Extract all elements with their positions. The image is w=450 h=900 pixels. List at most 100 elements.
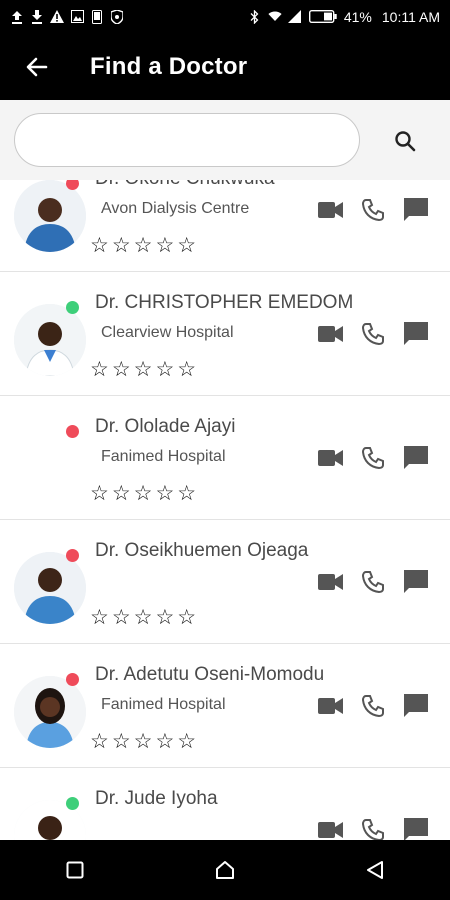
upload-icon (10, 10, 24, 24)
hospital-name: Fanimed Hospital (101, 448, 226, 465)
phone-icon (361, 447, 384, 470)
chat-bubble-icon (404, 570, 428, 593)
phone-icon (361, 695, 384, 718)
search-icon (395, 131, 416, 152)
phone-icon (90, 9, 104, 24)
status-dot (66, 797, 79, 810)
system-nav-bar (0, 840, 450, 900)
shield-icon (110, 9, 124, 24)
contact-actions (318, 320, 430, 348)
phone-call-button[interactable] (360, 569, 386, 595)
video-call-button[interactable] (318, 321, 344, 347)
avatar (14, 428, 86, 500)
chat-bubble-icon (404, 694, 428, 717)
doctor-name: Dr. CHRISTOPHER EMEDOM (95, 292, 354, 313)
doctor-card[interactable]: Dr. CHRISTOPHER EMEDOM Clearview Hospita… (0, 272, 450, 396)
status-left (10, 9, 124, 24)
avatar (14, 552, 86, 624)
rating-stars: ☆☆☆☆☆ (90, 606, 200, 629)
phone-call-button[interactable] (360, 445, 386, 471)
search-input[interactable] (14, 113, 360, 167)
phone-call-button[interactable] (360, 693, 386, 719)
wifi-icon (268, 10, 282, 24)
doctor-name: Dr. Okorie Chukwuka (95, 180, 275, 190)
video-call-button[interactable] (318, 817, 344, 840)
contact-actions (318, 568, 430, 596)
contact-actions (318, 816, 430, 840)
doctor-list[interactable]: Dr. Okorie Chukwuka Avon Dialysis Centre… (0, 180, 450, 840)
clock: 10:11 AM (381, 8, 440, 25)
video-call-button[interactable] (318, 445, 344, 471)
video-camera-icon (318, 822, 343, 838)
phone-icon (361, 199, 384, 222)
image-icon (70, 10, 84, 24)
nav-back-button[interactable] (350, 845, 400, 895)
chat-bubble-icon (404, 818, 428, 840)
phone-icon (361, 819, 384, 840)
hospital-name: Avon Dialysis Centre (101, 200, 250, 217)
chat-bubble-icon (404, 322, 428, 345)
doctor-card[interactable]: Dr. Adetutu Oseni-Momodu Fanimed Hospita… (0, 644, 450, 768)
message-button[interactable] (402, 816, 430, 840)
status-dot (66, 549, 79, 562)
doctor-card[interactable]: Dr. Ololade Ajayi Fanimed Hospital ☆☆☆☆☆ (0, 396, 450, 520)
phone-icon (361, 323, 384, 346)
avatar (14, 304, 86, 376)
download-icon (30, 9, 44, 24)
battery-icon (308, 10, 338, 24)
doctor-name: Dr. Oseikhuemen Ojeaga (95, 540, 309, 561)
recent-apps-button[interactable] (50, 845, 100, 895)
back-arrow-icon (26, 57, 48, 76)
message-button[interactable] (402, 692, 430, 720)
contact-actions (318, 196, 430, 224)
doctor-card[interactable]: Dr. Jude Iyoha ☆☆☆☆☆ (0, 768, 450, 840)
chat-bubble-icon (404, 198, 428, 221)
hospital-name: Clearview Hospital (101, 324, 234, 341)
video-call-button[interactable] (318, 569, 344, 595)
video-call-button[interactable] (318, 197, 344, 223)
phone-call-button[interactable] (360, 817, 386, 840)
video-camera-icon (318, 698, 343, 714)
status-dot (66, 673, 79, 686)
status-dot (66, 425, 79, 438)
video-camera-icon (318, 202, 343, 218)
home-button[interactable] (200, 845, 250, 895)
bluetooth-icon (248, 9, 262, 24)
rating-stars: ☆☆☆☆☆ (90, 358, 200, 381)
phone-call-button[interactable] (360, 321, 386, 347)
avatar (14, 180, 86, 252)
search-button[interactable] (388, 124, 422, 158)
phone-call-button[interactable] (360, 197, 386, 223)
video-camera-icon (318, 450, 343, 466)
status-dot (66, 180, 79, 190)
back-icon (367, 861, 383, 879)
message-button[interactable] (402, 568, 430, 596)
hospital-name: Fanimed Hospital (101, 696, 226, 713)
message-button[interactable] (402, 196, 430, 224)
message-button[interactable] (402, 320, 430, 348)
contact-actions (318, 444, 430, 472)
warning-icon (50, 10, 64, 24)
app-bar: Find a Doctor (0, 33, 450, 100)
status-bar: 41% 10:11 AM (0, 0, 450, 33)
rating-stars: ☆☆☆☆☆ (90, 730, 200, 753)
search-area (0, 100, 450, 180)
home-icon (216, 861, 234, 879)
doctor-name: Dr. Jude Iyoha (95, 788, 218, 809)
rating-stars: ☆☆☆☆☆ (90, 234, 200, 257)
doctor-card[interactable]: Dr. Oseikhuemen Ojeaga ☆☆☆☆☆ (0, 520, 450, 644)
avatar (14, 676, 86, 748)
video-camera-icon (318, 574, 343, 590)
video-call-button[interactable] (318, 693, 344, 719)
doctor-card[interactable]: Dr. Okorie Chukwuka Avon Dialysis Centre… (0, 180, 450, 272)
message-button[interactable] (402, 444, 430, 472)
phone-icon (361, 571, 384, 594)
signal-icon (287, 10, 302, 24)
recent-apps-icon (66, 861, 84, 879)
status-dot (66, 301, 79, 314)
doctor-name: Dr. Adetutu Oseni-Momodu (95, 664, 325, 685)
contact-actions (318, 692, 430, 720)
rating-stars: ☆☆☆☆☆ (90, 482, 200, 505)
page-title: Find a Doctor (90, 52, 248, 80)
back-button[interactable] (20, 50, 54, 84)
